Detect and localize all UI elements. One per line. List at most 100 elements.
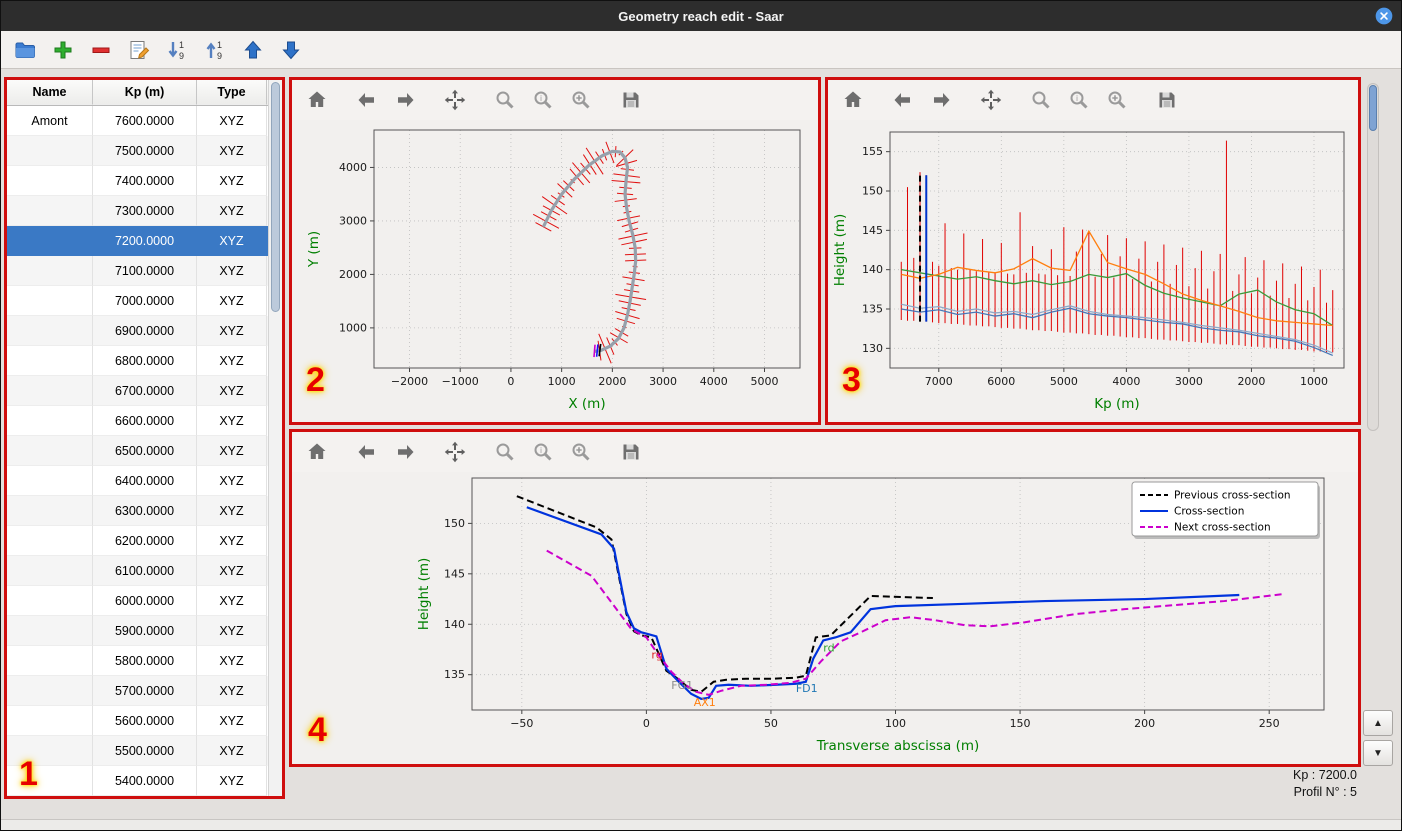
table-row[interactable]: 7100.0000 XYZ [7,256,282,286]
svg-text:1: 1 [217,40,222,50]
subplots-icon[interactable]: i [528,85,558,115]
home-icon[interactable] [302,437,332,467]
forward-icon[interactable] [390,85,420,115]
row-name-cell [7,166,93,196]
svg-text:−2000: −2000 [391,375,428,388]
pan-icon[interactable] [976,85,1006,115]
pan-icon[interactable] [440,85,470,115]
back-icon[interactable] [352,85,382,115]
svg-text:1: 1 [179,40,184,50]
svg-text:i: i [540,446,542,455]
plan-view-canvas[interactable]: −2000 −1000 0 1000 2000 3000 4000 5000 1000 2000 3… [292,120,818,422]
row-kp-cell: 7200.0000 [93,226,197,256]
add-profile-button[interactable] [49,36,77,64]
pan-icon[interactable] [440,437,470,467]
table-row[interactable]: 5400.0000 XYZ [7,766,282,796]
zoom-icon[interactable] [490,85,520,115]
svg-text:145: 145 [444,567,465,580]
open-button[interactable] [11,36,39,64]
vertical-scrollbar-thumb[interactable] [1369,85,1377,131]
longitudinal-profile-canvas[interactable]: 7000 6000 5000 4000 3000 2000 1000 130 135 140 145… [828,120,1358,422]
svg-text:50: 50 [764,717,778,730]
row-name-cell [7,226,93,256]
table-row[interactable]: 6500.0000 XYZ [7,436,282,466]
svg-text:FG1: FG1 [671,679,693,692]
table-scrollbar-thumb[interactable] [271,82,280,312]
svg-text:3000: 3000 [1175,375,1203,388]
cross-section-canvas[interactable]: −50 0 50 100 150 200 250 135 140 145 150 Transverse… [292,472,1358,764]
table-row[interactable]: 6400.0000 XYZ [7,466,282,496]
svg-text:9: 9 [217,51,222,61]
sort-descending-button[interactable]: 1 9 [201,36,229,64]
save-icon[interactable] [616,85,646,115]
move-up-button[interactable] [239,36,267,64]
sort-ascending-button[interactable]: 1 9 [163,36,191,64]
row-name-cell [7,286,93,316]
table-row[interactable]: 5800.0000 XYZ [7,646,282,676]
row-type-cell: XYZ [197,406,267,436]
svg-text:Transverse abscissa (m): Transverse abscissa (m) [816,738,980,754]
edit-profile-button[interactable] [125,36,153,64]
row-kp-cell: 6500.0000 [93,436,197,466]
subplots-icon[interactable]: i [528,437,558,467]
forward-icon[interactable] [390,437,420,467]
svg-text:Y (m): Y (m) [306,231,322,268]
table-row[interactable]: 5500.0000 XYZ [7,736,282,766]
table-row[interactable]: 6100.0000 XYZ [7,556,282,586]
table-row[interactable]: 6900.0000 XYZ [7,316,282,346]
table-row[interactable]: 7300.0000 XYZ [7,196,282,226]
table-row[interactable]: 5700.0000 XYZ [7,676,282,706]
table-row[interactable]: 6600.0000 XYZ [7,406,282,436]
svg-text:150: 150 [862,185,883,198]
forward-icon[interactable] [926,85,956,115]
row-kp-cell: 7100.0000 [93,256,197,286]
table-row[interactable]: 6800.0000 XYZ [7,346,282,376]
subplots-icon[interactable]: i [1064,85,1094,115]
cross-section-panel: i −50 0 50 100 150 200 250 135 140 145 150 Transver… [289,429,1361,767]
vertical-scrollbar[interactable] [1367,83,1379,431]
svg-text:Next cross-section: Next cross-section [1174,522,1271,534]
row-type-cell: XYZ [197,646,267,676]
table-scrollbar[interactable] [268,80,282,796]
row-kp-cell: 7300.0000 [93,196,197,226]
remove-profile-button[interactable] [87,36,115,64]
back-icon[interactable] [352,437,382,467]
table-row[interactable]: 7000.0000 XYZ [7,286,282,316]
row-kp-cell: 6200.0000 [93,526,197,556]
zoom-icon[interactable] [490,437,520,467]
profile-up-button[interactable]: ▲ [1363,710,1393,736]
close-button[interactable] [1374,6,1394,26]
table-row[interactable]: 5600.0000 XYZ [7,706,282,736]
row-name-cell [7,676,93,706]
svg-text:Cross-section: Cross-section [1174,506,1244,518]
svg-text:5000: 5000 [1050,375,1078,388]
back-icon[interactable] [888,85,918,115]
triangle-up-icon: ▲ [1373,717,1383,729]
table-row[interactable]: Amont 7600.0000 XYZ [7,106,282,136]
edit-icon [130,40,150,59]
table-row[interactable]: 6700.0000 XYZ [7,376,282,406]
home-icon[interactable] [838,85,868,115]
move-down-button[interactable] [277,36,305,64]
svg-text:140: 140 [444,618,465,631]
mpl-toolbar-long: i [828,80,1358,120]
table-row[interactable]: 6000.0000 XYZ [7,586,282,616]
save-icon[interactable] [1152,85,1182,115]
row-kp-cell: 5500.0000 [93,736,197,766]
zoom-icon[interactable] [1026,85,1056,115]
table-row[interactable]: 7400.0000 XYZ [7,166,282,196]
table-row[interactable]: 7500.0000 XYZ [7,136,282,166]
table-row[interactable]: 7200.0000 XYZ [7,226,282,256]
table-row[interactable]: 5900.0000 XYZ [7,616,282,646]
save-icon[interactable] [616,437,646,467]
customize-icon[interactable] [1102,85,1132,115]
customize-icon[interactable] [566,85,596,115]
table-row[interactable]: 6300.0000 XYZ [7,496,282,526]
table-row[interactable]: 6200.0000 XYZ [7,526,282,556]
customize-icon[interactable] [566,437,596,467]
profile-down-button[interactable]: ▼ [1363,740,1393,766]
row-type-cell: XYZ [197,226,267,256]
svg-text:i: i [1076,94,1078,103]
row-name-cell [7,376,93,406]
home-icon[interactable] [302,85,332,115]
